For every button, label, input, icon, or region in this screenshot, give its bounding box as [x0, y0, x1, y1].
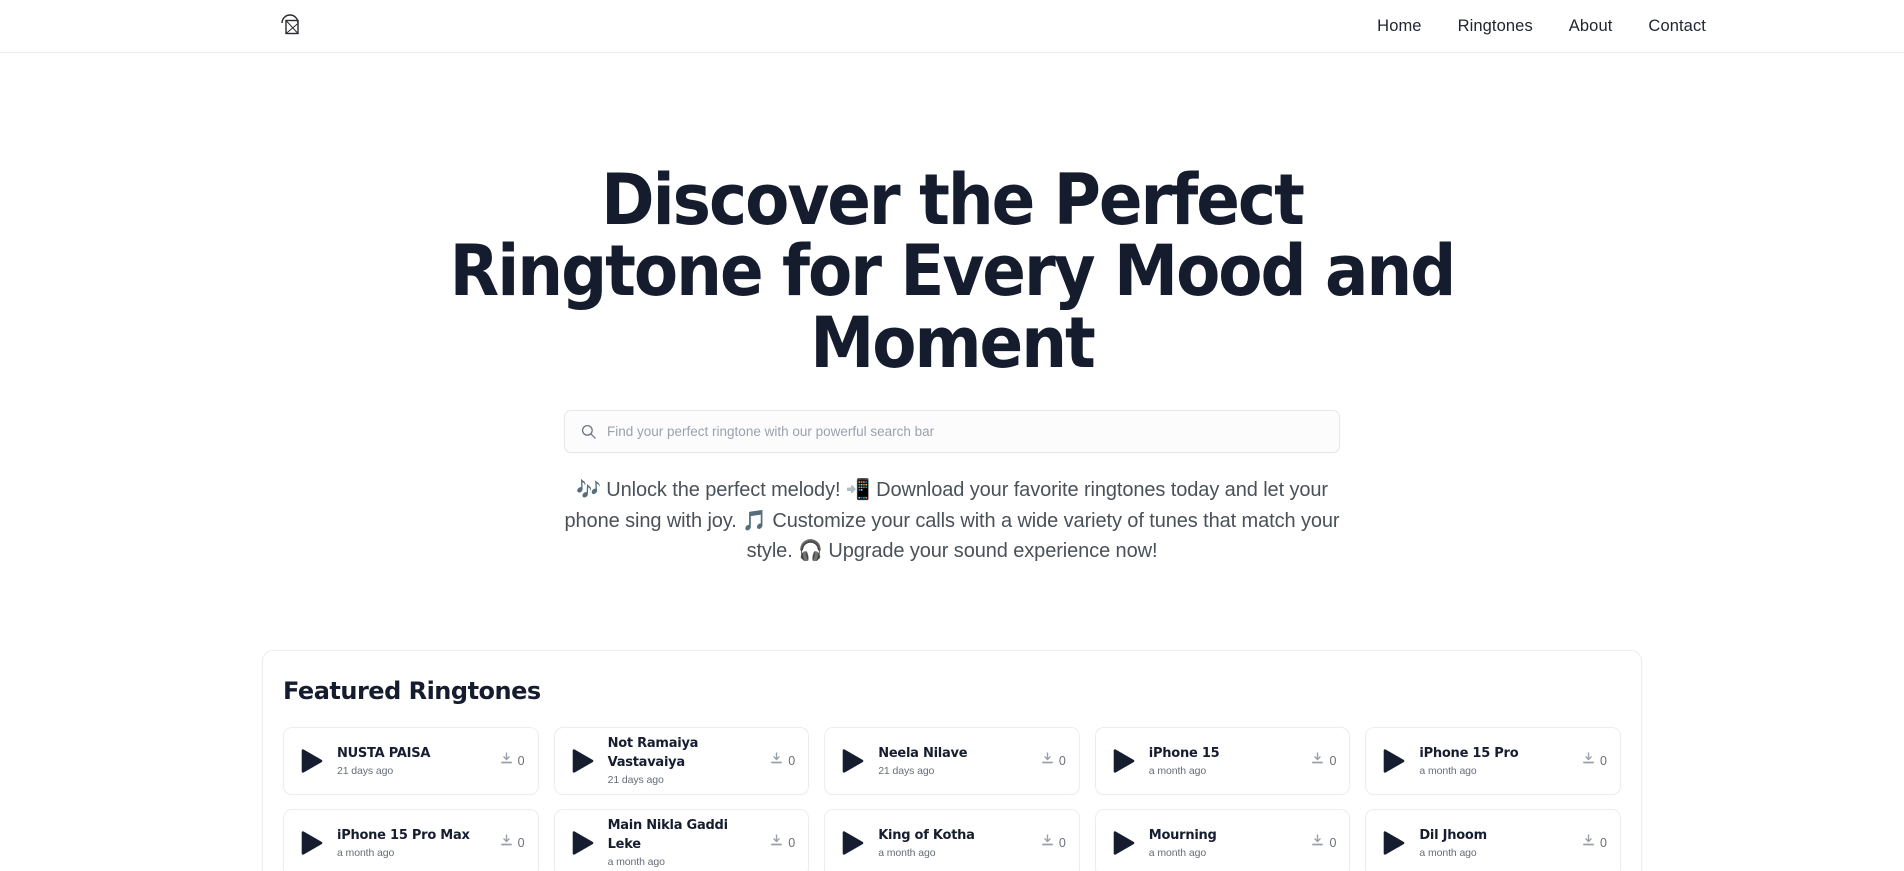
ringtone-time: a month ago	[878, 846, 936, 859]
download-icon	[500, 752, 513, 770]
search-box[interactable]	[564, 410, 1340, 454]
ringtone-time: a month ago	[1148, 764, 1207, 777]
download-group[interactable]: 0	[770, 752, 795, 770]
ringtone-meta: Not Ramaiya Vastavaiya 21 days ago	[608, 735, 759, 787]
ringtone-meta: iPhone 15 Pro Max a month ago	[337, 827, 488, 861]
download-count: 0	[788, 754, 796, 769]
download-group[interactable]: 0	[1582, 834, 1607, 852]
download-icon	[1041, 752, 1054, 770]
ringtone-name: Dil Jhoom	[1419, 827, 1487, 843]
ringtone-name: Main Nikla Gaddi Leke	[607, 818, 728, 852]
ringtone-card[interactable]: Neela Nilave 21 days ago 0	[824, 727, 1080, 796]
ringtone-time: a month ago	[337, 846, 395, 859]
download-icon	[770, 752, 783, 770]
download-group[interactable]: 0	[500, 752, 525, 770]
download-count: 0	[1058, 836, 1066, 851]
play-icon[interactable]	[1381, 830, 1407, 856]
ringtone-meta: NUSTA PAISA 21 days ago	[337, 745, 488, 779]
search-row	[0, 410, 1904, 454]
ringtone-name: iPhone 15 Pro Max	[337, 827, 470, 843]
download-count: 0	[788, 836, 796, 851]
ringtone-name: Neela Nilave	[878, 745, 968, 761]
ringtone-grid: NUSTA PAISA 21 days ago 0 Not Ramaiya Va…	[283, 727, 1621, 871]
nav-link-about[interactable]: About	[1569, 17, 1613, 36]
download-count: 0	[1600, 836, 1607, 851]
ringtone-card[interactable]: Main Nikla Gaddi Leke a month ago 0	[553, 809, 810, 871]
featured-heading: Featured Ringtones	[283, 677, 541, 706]
play-icon[interactable]	[1111, 748, 1137, 774]
play-icon[interactable]	[299, 830, 325, 856]
download-count: 0	[1058, 754, 1066, 769]
play-icon[interactable]	[840, 830, 866, 856]
ringtone-name: iPhone 15 Pro	[1419, 745, 1519, 761]
ringtone-meta: Dil Jhoom a month ago	[1419, 827, 1570, 861]
ringtone-time: a month ago	[607, 856, 665, 869]
download-group[interactable]: 0	[1041, 834, 1066, 852]
play-icon[interactable]	[1111, 830, 1137, 856]
search-icon	[581, 424, 596, 439]
site-logo[interactable]	[272, 8, 308, 44]
ringtone-name: Mourning	[1148, 827, 1217, 843]
download-group[interactable]: 0	[1582, 752, 1607, 770]
ringtone-name: iPhone 15	[1148, 745, 1220, 761]
ringtone-card[interactable]: Dil Jhoom a month ago 0	[1365, 809, 1621, 871]
ringtone-card[interactable]: iPhone 15 a month ago 0	[1094, 727, 1351, 796]
ringtone-time: a month ago	[1419, 846, 1477, 859]
download-icon	[500, 834, 513, 852]
download-count: 0	[517, 754, 525, 769]
hero-section: Discover the Perfect Ringtone for Every …	[0, 53, 1904, 566]
download-group[interactable]: 0	[770, 834, 795, 852]
ringtone-card[interactable]: iPhone 15 Pro a month ago 0	[1365, 727, 1621, 796]
ringtone-meta: Neela Nilave 21 days ago	[878, 745, 1029, 779]
ringtone-meta: iPhone 15 Pro a month ago	[1419, 745, 1570, 779]
download-group[interactable]: 0	[1311, 834, 1336, 852]
search-input[interactable]	[607, 424, 1323, 440]
nav-link-ringtones[interactable]: Ringtones	[1458, 17, 1533, 36]
play-icon[interactable]	[299, 748, 325, 774]
ringtone-time: a month ago	[1148, 846, 1207, 859]
ringtone-card[interactable]: Not Ramaiya Vastavaiya 21 days ago 0	[553, 727, 810, 796]
ringtone-name: King of Kotha	[878, 827, 975, 843]
ringtone-time: 21 days ago	[607, 774, 664, 787]
play-icon[interactable]	[840, 748, 866, 774]
ringtone-name: Not Ramaiya Vastavaiya	[607, 736, 699, 770]
ringtone-card[interactable]: NUSTA PAISA 21 days ago 0	[283, 727, 539, 796]
ringtone-time: 21 days ago	[337, 764, 394, 777]
download-group[interactable]: 0	[1041, 752, 1066, 770]
download-group[interactable]: 0	[500, 834, 525, 852]
play-icon[interactable]	[570, 830, 596, 856]
nav-link-contact[interactable]: Contact	[1648, 17, 1706, 36]
ringtone-name: NUSTA PAISA	[337, 745, 431, 761]
download-icon	[1311, 834, 1324, 852]
download-count: 0	[517, 836, 525, 851]
download-icon	[770, 834, 783, 852]
ringtone-meta: Mourning a month ago	[1149, 827, 1300, 861]
download-icon	[1041, 834, 1054, 852]
ringtone-meta: King of Kotha a month ago	[878, 827, 1029, 861]
ringtone-meta: Main Nikla Gaddi Leke a month ago	[608, 817, 759, 869]
download-icon	[1582, 752, 1595, 770]
download-count: 0	[1600, 754, 1607, 769]
ringtone-card[interactable]: King of Kotha a month ago 0	[824, 809, 1080, 871]
hero-description: 🎶 Unlock the perfect melody! 📲 Download …	[564, 479, 1340, 562]
ringtone-time: a month ago	[1419, 764, 1477, 777]
ringtone-card[interactable]: iPhone 15 Pro Max a month ago 0	[283, 809, 539, 871]
download-group[interactable]: 0	[1311, 752, 1336, 770]
featured-section: Featured Ringtones NUSTA PAISA 21 days a…	[262, 650, 1642, 871]
download-count: 0	[1329, 754, 1337, 769]
nav-link-home[interactable]: Home	[1377, 17, 1421, 36]
page-title: Discover the Perfect Ringtone for Every …	[449, 159, 1457, 384]
download-count: 0	[1329, 836, 1337, 851]
play-icon[interactable]	[1381, 748, 1407, 774]
ringtone-time: 21 days ago	[878, 764, 935, 777]
featured-panel: Featured Ringtones NUSTA PAISA 21 days a…	[262, 650, 1642, 871]
site-header: Home Ringtones About Contact	[0, 0, 1904, 53]
main-navigation: Home Ringtones About Contact	[1377, 0, 1706, 53]
broken-image-logo-icon	[279, 11, 301, 41]
download-icon	[1311, 752, 1324, 770]
play-icon[interactable]	[570, 748, 596, 774]
ringtone-card[interactable]: Mourning a month ago 0	[1094, 809, 1351, 871]
ringtone-meta: iPhone 15 a month ago	[1149, 745, 1300, 779]
download-icon	[1582, 834, 1595, 852]
